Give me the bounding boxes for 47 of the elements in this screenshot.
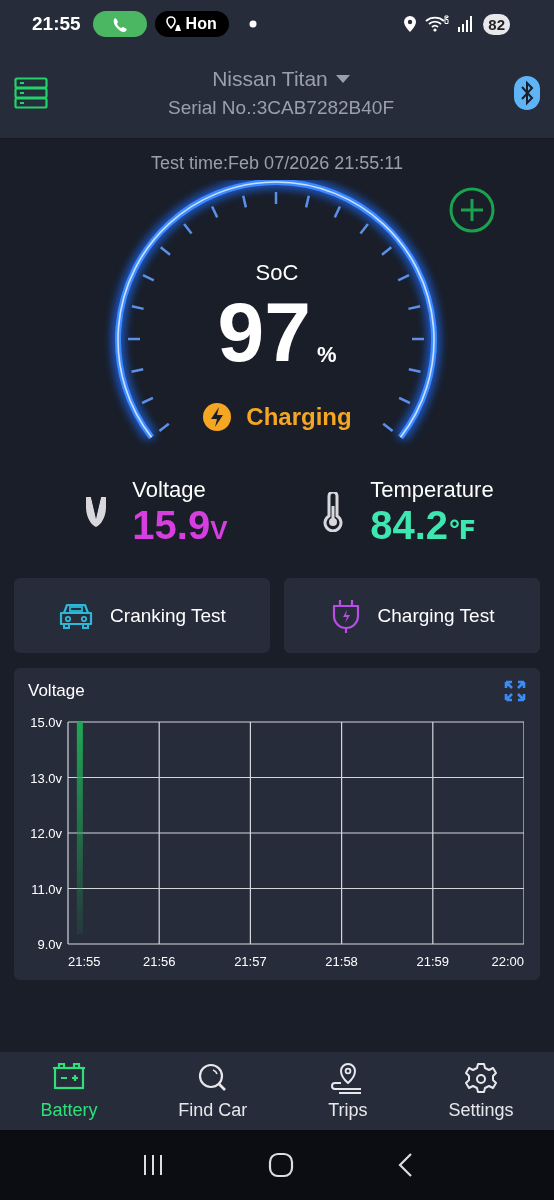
reading-label: Voltage xyxy=(132,476,207,503)
reading-value: 84.2℉ xyxy=(370,502,478,548)
voltage-icon xyxy=(84,495,109,529)
nav-tab[interactable]: Battery xyxy=(40,1061,98,1121)
fullscreen-icon[interactable] xyxy=(504,680,526,702)
vehicle-selector[interactable]: Nissan Titan xyxy=(212,67,350,91)
call-indicator xyxy=(92,11,147,37)
axis-label: 13.0v xyxy=(30,770,62,786)
map-pin-icon xyxy=(164,15,183,33)
bluetooth-icon[interactable] xyxy=(514,76,540,110)
reading-value: 15.9V xyxy=(132,502,228,548)
gauge-value: 97 xyxy=(217,290,311,374)
battery-indicator: 82 xyxy=(483,13,510,35)
axis-label: 21:57 xyxy=(234,954,267,969)
chip-label: Hon xyxy=(185,15,217,33)
reading-label: Temperature xyxy=(370,476,494,503)
server-list-icon[interactable] xyxy=(14,77,48,109)
axis-label: 12.0v xyxy=(30,826,62,841)
settings-icon xyxy=(464,1061,498,1096)
back-icon[interactable] xyxy=(396,1152,413,1178)
nav-tab[interactable]: Find Car xyxy=(178,1061,248,1121)
axis-label: 15.0v xyxy=(30,715,62,730)
notification-dot xyxy=(248,20,257,28)
lightning-icon xyxy=(202,402,233,432)
nav-tab[interactable]: Settings xyxy=(448,1061,514,1121)
axis-label: 21:58 xyxy=(325,954,358,969)
home-icon[interactable] xyxy=(268,1152,294,1178)
wifi-icon xyxy=(425,15,450,33)
axis-label: 21:55 xyxy=(68,954,101,969)
axis-label: 22:00 xyxy=(491,954,524,969)
charging-status: Charging xyxy=(246,403,352,431)
axis-label: 9.0v xyxy=(37,937,62,952)
serial-number: Serial No.:3CAB7282B40F xyxy=(168,97,394,119)
clock-time: 21:55 xyxy=(32,13,81,35)
axis-label: 11.0v xyxy=(31,881,62,897)
nav-tab[interactable]: Trips xyxy=(328,1061,368,1121)
add-icon[interactable] xyxy=(448,186,496,234)
dropdown-caret-icon xyxy=(335,75,350,83)
axis-label: 21:56 xyxy=(142,954,176,969)
axis-label: 21:59 xyxy=(416,954,450,969)
gauge-label: SoC xyxy=(255,260,299,286)
gauge-unit: % xyxy=(316,342,337,368)
test-time: Test time:Feb 07/2026 21:55:11 xyxy=(150,153,404,174)
test-button[interactable]: Cranking Test xyxy=(14,578,270,653)
chart-title: Voltage xyxy=(28,681,85,701)
location-icon xyxy=(403,15,418,33)
test-button[interactable]: Charging Test xyxy=(284,578,540,653)
